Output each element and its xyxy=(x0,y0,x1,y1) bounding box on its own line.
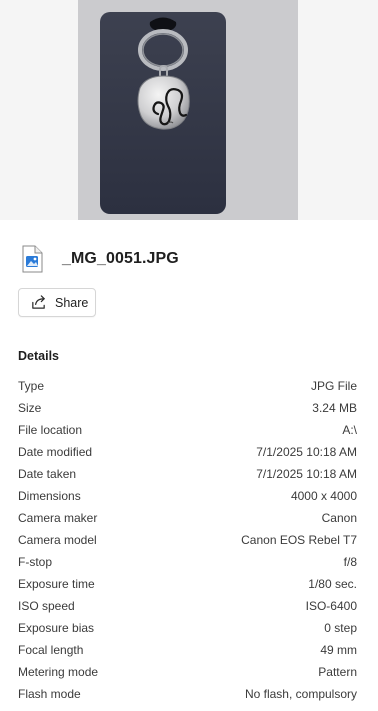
detail-value: 0 step xyxy=(324,621,357,635)
share-icon xyxy=(32,295,45,309)
detail-value: 4000 x 4000 xyxy=(290,489,357,503)
detail-label: Focal length xyxy=(18,643,84,657)
share-button[interactable]: Share xyxy=(18,288,96,317)
detail-value: 49 mm xyxy=(320,643,357,657)
detail-row-size: Size 3.24 MB xyxy=(18,397,357,419)
image-preview-pane xyxy=(0,0,378,220)
detail-value: 7/1/2025 10:18 AM xyxy=(256,445,357,459)
file-header: _MG_0051.JPG xyxy=(18,243,358,275)
detail-row-exposure-time: Exposure time 1/80 sec. xyxy=(18,573,357,595)
detail-value: Pattern xyxy=(318,665,357,679)
detail-label: Type xyxy=(18,379,45,393)
details-heading: Details xyxy=(18,349,59,363)
detail-row-date-modified: Date modified 7/1/2025 10:18 AM xyxy=(18,441,357,463)
detail-value: 1/80 sec. xyxy=(308,577,357,591)
detail-label: Flash mode xyxy=(18,687,81,701)
detail-value: ISO-6400 xyxy=(305,599,357,613)
detail-row-f-stop: F-stop f/8 xyxy=(18,551,357,573)
detail-row-metering-mode: Metering mode Pattern xyxy=(18,661,357,683)
detail-label: File location xyxy=(18,423,83,437)
detail-label: Date modified xyxy=(18,445,93,459)
detail-row-camera-model: Camera model Canon EOS Rebel T7 xyxy=(18,529,357,551)
detail-label: ISO speed xyxy=(18,599,75,613)
share-label: Share xyxy=(55,295,89,310)
detail-label: Exposure bias xyxy=(18,621,95,635)
detail-label: Dimensions xyxy=(18,489,81,503)
detail-row-focal-length: Focal length 49 mm xyxy=(18,639,357,661)
details-list: Type JPG File Size 3.24 MB File location A:… xyxy=(18,375,357,705)
detail-value: Canon EOS Rebel T7 xyxy=(241,533,357,547)
detail-row-file-location: File location A:\ xyxy=(18,419,357,441)
detail-row-date-taken: Date taken 7/1/2025 10:18 AM xyxy=(18,463,357,485)
detail-row-iso-speed: ISO speed ISO-6400 xyxy=(18,595,357,617)
detail-value: JPG File xyxy=(310,379,357,393)
detail-value: A:\ xyxy=(342,423,357,437)
keychain-photo-illustration xyxy=(78,0,298,220)
detail-label: Camera maker xyxy=(18,511,98,525)
detail-value: 7/1/2025 10:18 AM xyxy=(256,467,357,481)
detail-value: 3.24 MB xyxy=(312,401,357,415)
file-name: _MG_0051.JPG xyxy=(62,250,179,267)
detail-label: Metering mode xyxy=(18,665,99,679)
detail-value: No flash, compulsory xyxy=(244,687,357,701)
detail-row-type: Type JPG File xyxy=(18,375,357,397)
detail-label: Size xyxy=(18,401,42,415)
image-file-icon xyxy=(22,245,43,273)
detail-row-camera-maker: Camera maker Canon xyxy=(18,507,357,529)
detail-row-exposure-bias: Exposure bias 0 step xyxy=(18,617,357,639)
detail-label: Camera model xyxy=(18,533,97,547)
detail-value: f/8 xyxy=(343,555,357,569)
photo-thumbnail[interactable] xyxy=(78,0,298,220)
detail-label: Date taken xyxy=(18,467,77,481)
detail-value: Canon xyxy=(321,511,357,525)
detail-label: F-stop xyxy=(18,555,53,569)
detail-row-flash-mode: Flash mode No flash, compulsory xyxy=(18,683,357,705)
detail-label: Exposure time xyxy=(18,577,95,591)
detail-row-dimensions: Dimensions 4000 x 4000 xyxy=(18,485,357,507)
